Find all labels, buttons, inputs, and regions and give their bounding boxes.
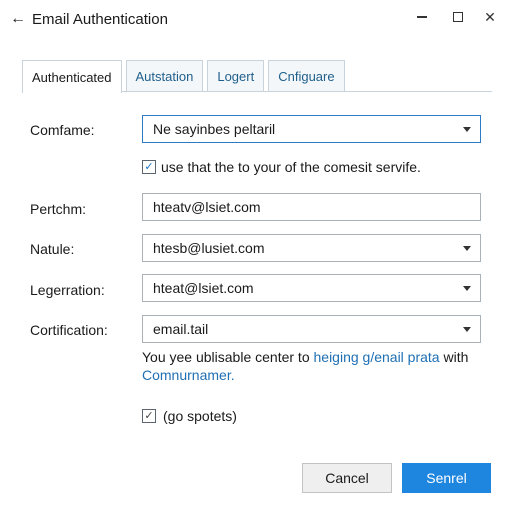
maximize-icon[interactable] [444,6,472,28]
help-link-secondary[interactable]: Comnurnamer. [142,367,235,383]
pertchm-label: Pertchm: [30,201,87,217]
chevron-down-icon [463,327,471,332]
back-arrow-icon[interactable]: ← [10,10,26,28]
spotets-checkbox[interactable]: ✓ [142,409,156,423]
help-link-primary[interactable]: heiging g/enail prata [314,349,440,365]
help-middle: with [439,349,469,365]
certification-dropdown[interactable]: email.tail [142,315,481,343]
legerration-value: hteat@lsiet.com [153,280,254,296]
help-text: You yee ublisable center to heiging g/en… [142,348,482,384]
title-bar: ← Email Authentication ✕ [0,0,512,40]
minimize-icon[interactable] [408,6,436,28]
comfame-value: Ne sayinbes peltaril [153,121,276,137]
tab-logert[interactable]: Logert [207,60,265,92]
close-icon[interactable]: ✕ [476,6,504,28]
spotets-label: (go spotets) [163,408,237,424]
pertchm-input[interactable]: hteatv@lsiet.com [142,193,481,221]
use-service-checkbox[interactable]: ✓ [142,160,156,174]
natule-dropdown[interactable]: htesb@lusiet.com [142,234,481,262]
natule-value: htesb@lusiet.com [153,240,265,256]
dialog-window: ← Email Authentication ✕ Authenticated A… [0,0,512,512]
legerration-label: Legerration: [30,282,105,298]
use-service-label: use that the to your of the comesit serv… [161,159,421,175]
primary-button[interactable]: Senrel [402,463,491,493]
cancel-button[interactable]: Cancel [302,463,392,493]
comfame-dropdown[interactable]: Ne sayinbes peltaril [142,115,481,143]
legerration-dropdown[interactable]: hteat@lsiet.com [142,274,481,302]
certification-value: email.tail [153,321,209,337]
tab-bar: Authenticated Autstation Logert Cnfiguar… [22,60,349,93]
chevron-down-icon [463,127,471,132]
pertchm-value: hteatv@lsiet.com [153,199,261,215]
tab-authenticated[interactable]: Authenticated [22,60,122,93]
certification-label: Cortification: [30,322,108,338]
chevron-down-icon [463,246,471,251]
natule-label: Natule: [30,241,75,257]
comfame-label: Comfame: [30,122,95,138]
tab-autstation[interactable]: Autstation [125,60,204,92]
help-prefix: You yee ublisable center to [142,349,314,365]
chevron-down-icon [463,286,471,291]
tab-panel [22,91,492,451]
tab-cnfiguare[interactable]: Cnfiguare [268,60,345,92]
window-title: Email Authentication [32,11,168,28]
